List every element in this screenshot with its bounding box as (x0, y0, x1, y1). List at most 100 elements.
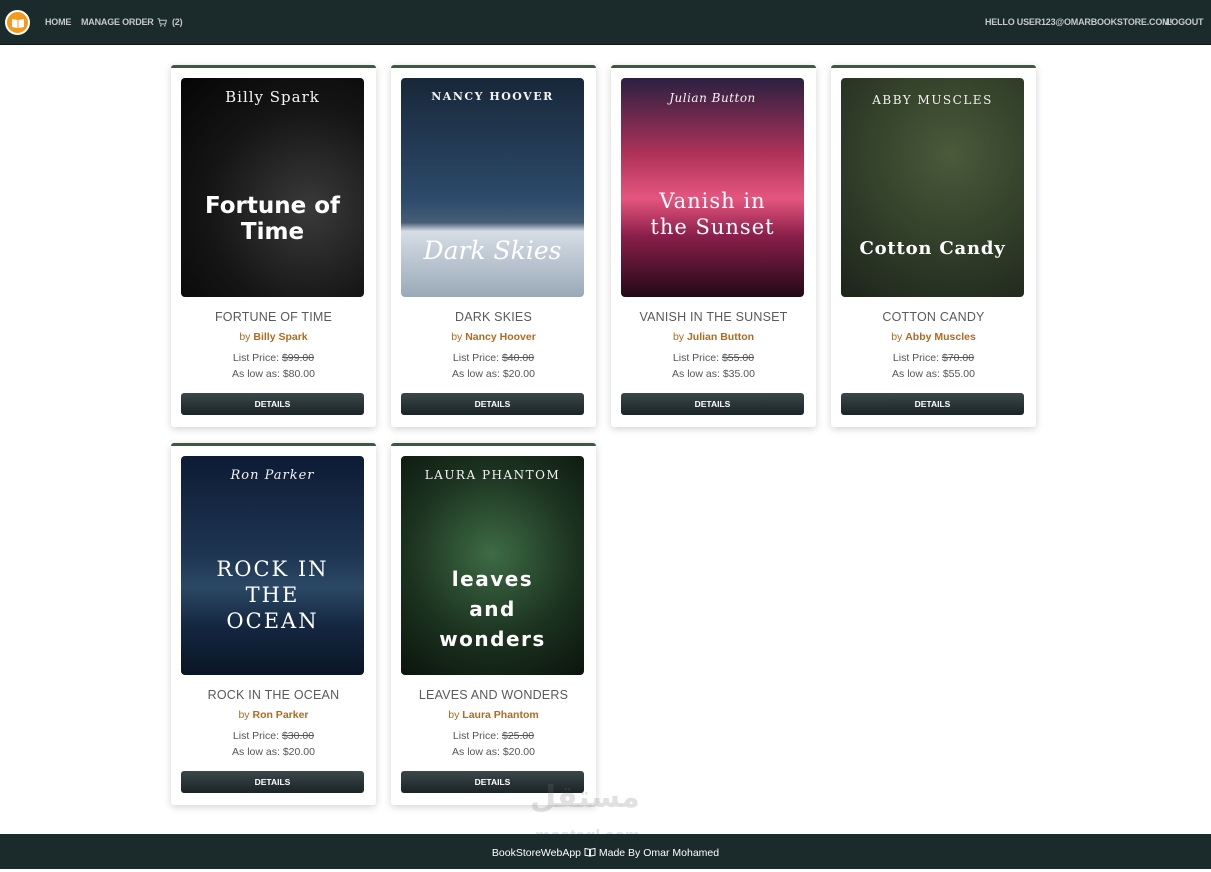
details-button[interactable]: DETAILS (401, 393, 584, 415)
list-price-line: List Price: $99.00 (171, 352, 376, 364)
low-price-label: As low as: (452, 368, 500, 380)
book-title: LEAVES AND WONDERS (418, 688, 569, 702)
book-cover-image[interactable]: LAURA PHANTOM leaves and wonders (401, 456, 584, 675)
low-price-label: As low as: (232, 746, 280, 758)
footer-credit: Made By Omar Mohamed (598, 847, 720, 859)
book-author: by Billy Spark (171, 331, 376, 343)
book-card: NANCY HOOVER Dark Skies DARK SKIES by Na… (391, 65, 596, 427)
low-price-label: As low as: (672, 368, 720, 380)
book-cover-image[interactable]: Julian Button Vanish in the Sunset (621, 78, 804, 297)
author-name[interactable]: Ron Parker (252, 709, 308, 721)
details-button[interactable]: DETAILS (841, 393, 1024, 415)
logout-link[interactable]: LOGOUT (1166, 17, 1203, 27)
book-cover-image[interactable]: ABBY MUSCLES Cotton Candy (841, 78, 1024, 297)
list-price-line: List Price: $70.00 (831, 352, 1036, 364)
list-price-label: List Price: (452, 352, 500, 364)
list-price-label: List Price: (452, 730, 500, 742)
author-name[interactable]: Abby Muscles (905, 331, 976, 343)
author-name[interactable]: Billy Spark (253, 331, 307, 343)
low-price-value: $20.00 (502, 368, 535, 380)
list-price-label: List Price: (672, 352, 720, 364)
footer: BookStoreWebApp Made By Omar Mohamed (0, 834, 1211, 869)
low-price-value: $35.00 (722, 368, 755, 380)
book-title: VANISH IN THE SUNSET (639, 310, 788, 324)
by-label: by (672, 331, 685, 343)
book-author: by Laura Phantom (391, 709, 596, 721)
cover-author-text: LAURA PHANTOM (424, 468, 561, 482)
cart-count: (2) (172, 17, 183, 27)
cover-author-text: ABBY MUSCLES (872, 93, 993, 107)
book-card: Julian Button Vanish in the Sunset VANIS… (611, 65, 816, 427)
list-price-label: List Price: (892, 352, 940, 364)
low-price-line: As low as: $35.00 (611, 368, 816, 380)
low-price-line: As low as: $80.00 (171, 368, 376, 380)
cover-author-text: NANCY HOOVER (431, 90, 554, 103)
list-price-label: List Price: (232, 352, 280, 364)
list-price-value: $55.00 (721, 352, 755, 364)
by-label: by (239, 331, 251, 343)
author-name[interactable]: Julian Button (687, 331, 754, 343)
low-price-line: As low as: $20.00 (171, 746, 376, 758)
nav-manage-order-link[interactable]: MANAGE ORDER (81, 17, 154, 27)
cover-author-text: Julian Button (669, 91, 756, 105)
list-price-line: List Price: $40.00 (391, 352, 596, 364)
by-label: by (451, 331, 463, 343)
author-name[interactable]: Nancy Hoover (465, 331, 536, 343)
book-icon (584, 847, 596, 857)
list-price-line: List Price: $30.00 (171, 730, 376, 742)
details-button[interactable]: DETAILS (621, 393, 804, 415)
list-price-line: List Price: $25.00 (391, 730, 596, 742)
cover-title-text: Vanish in the Sunset (650, 189, 775, 239)
low-price-value: $20.00 (502, 746, 535, 758)
author-name[interactable]: Laura Phantom (462, 709, 538, 721)
by-label: by (448, 709, 460, 721)
watermark-arabic: مستقل (530, 781, 640, 814)
book-author: by Julian Button (611, 331, 816, 343)
list-price-value: $25.00 (501, 730, 535, 742)
book-title: ROCK IN THE OCEAN (207, 688, 340, 702)
footer-app-name: BookStoreWebApp (491, 847, 582, 859)
book-title: FORTUNE OF TIME (214, 310, 333, 324)
book-author: by Abby Muscles (831, 331, 1036, 343)
book-title: DARK SKIES (454, 310, 533, 324)
book-card: Billy Spark Fortune of Time FORTUNE OF T… (171, 65, 376, 427)
book-author: by Ron Parker (171, 709, 376, 721)
cover-title-text: Fortune of Time (204, 193, 341, 245)
book-author: by Nancy Hoover (391, 331, 596, 343)
low-price-label: As low as: (452, 746, 500, 758)
low-price-label: As low as: (232, 368, 280, 380)
list-price-value: $30.00 (281, 730, 315, 742)
low-price-line: As low as: $20.00 (391, 746, 596, 758)
by-label: by (891, 331, 903, 343)
navbar: HOME MANAGE ORDER (2) HELLO USER123@OMAR… (0, 0, 1211, 45)
cover-title-text: Dark Skies (423, 236, 562, 265)
nav-home-link[interactable]: HOME (45, 17, 71, 27)
details-button[interactable]: DETAILS (181, 393, 364, 415)
list-price-value: $99.00 (281, 352, 315, 364)
book-card: Ron Parker ROCK IN THE OCEAN ROCK IN THE… (171, 443, 376, 805)
cover-title-text: ROCK IN THE OCEAN (216, 557, 329, 633)
low-price-value: $20.00 (282, 746, 315, 758)
brand-logo-icon[interactable] (5, 10, 30, 35)
details-button[interactable]: DETAILS (181, 771, 364, 793)
by-label: by (238, 709, 250, 721)
list-price-value: $70.00 (941, 352, 975, 364)
cart-icon (157, 17, 167, 27)
nav-cart-link[interactable]: (2) (157, 17, 183, 27)
low-price-line: As low as: $20.00 (391, 368, 596, 380)
low-price-value: $55.00 (942, 368, 975, 380)
cover-title-text: Cotton Candy (859, 238, 1006, 259)
cover-author-text: Ron Parker (230, 468, 315, 483)
list-price-value: $40.00 (501, 352, 535, 364)
book-cover-image[interactable]: Ron Parker ROCK IN THE OCEAN (181, 456, 364, 675)
book-card: ABBY MUSCLES Cotton Candy COTTON CANDY b… (831, 65, 1036, 427)
book-card: LAURA PHANTOM leaves and wonders LEAVES … (391, 443, 596, 805)
low-price-label: As low as: (892, 368, 940, 380)
book-cover-image[interactable]: NANCY HOOVER Dark Skies (401, 78, 584, 297)
book-title: COTTON CANDY (882, 310, 985, 324)
user-greeting[interactable]: HELLO USER123@OMARBOOKSTORE.COM! (985, 17, 1172, 27)
cover-title-text: leaves and wonders (439, 567, 546, 651)
list-price-label: List Price: (232, 730, 280, 742)
book-cover-image[interactable]: Billy Spark Fortune of Time (181, 78, 364, 297)
cover-author-text: Billy Spark (225, 88, 320, 106)
